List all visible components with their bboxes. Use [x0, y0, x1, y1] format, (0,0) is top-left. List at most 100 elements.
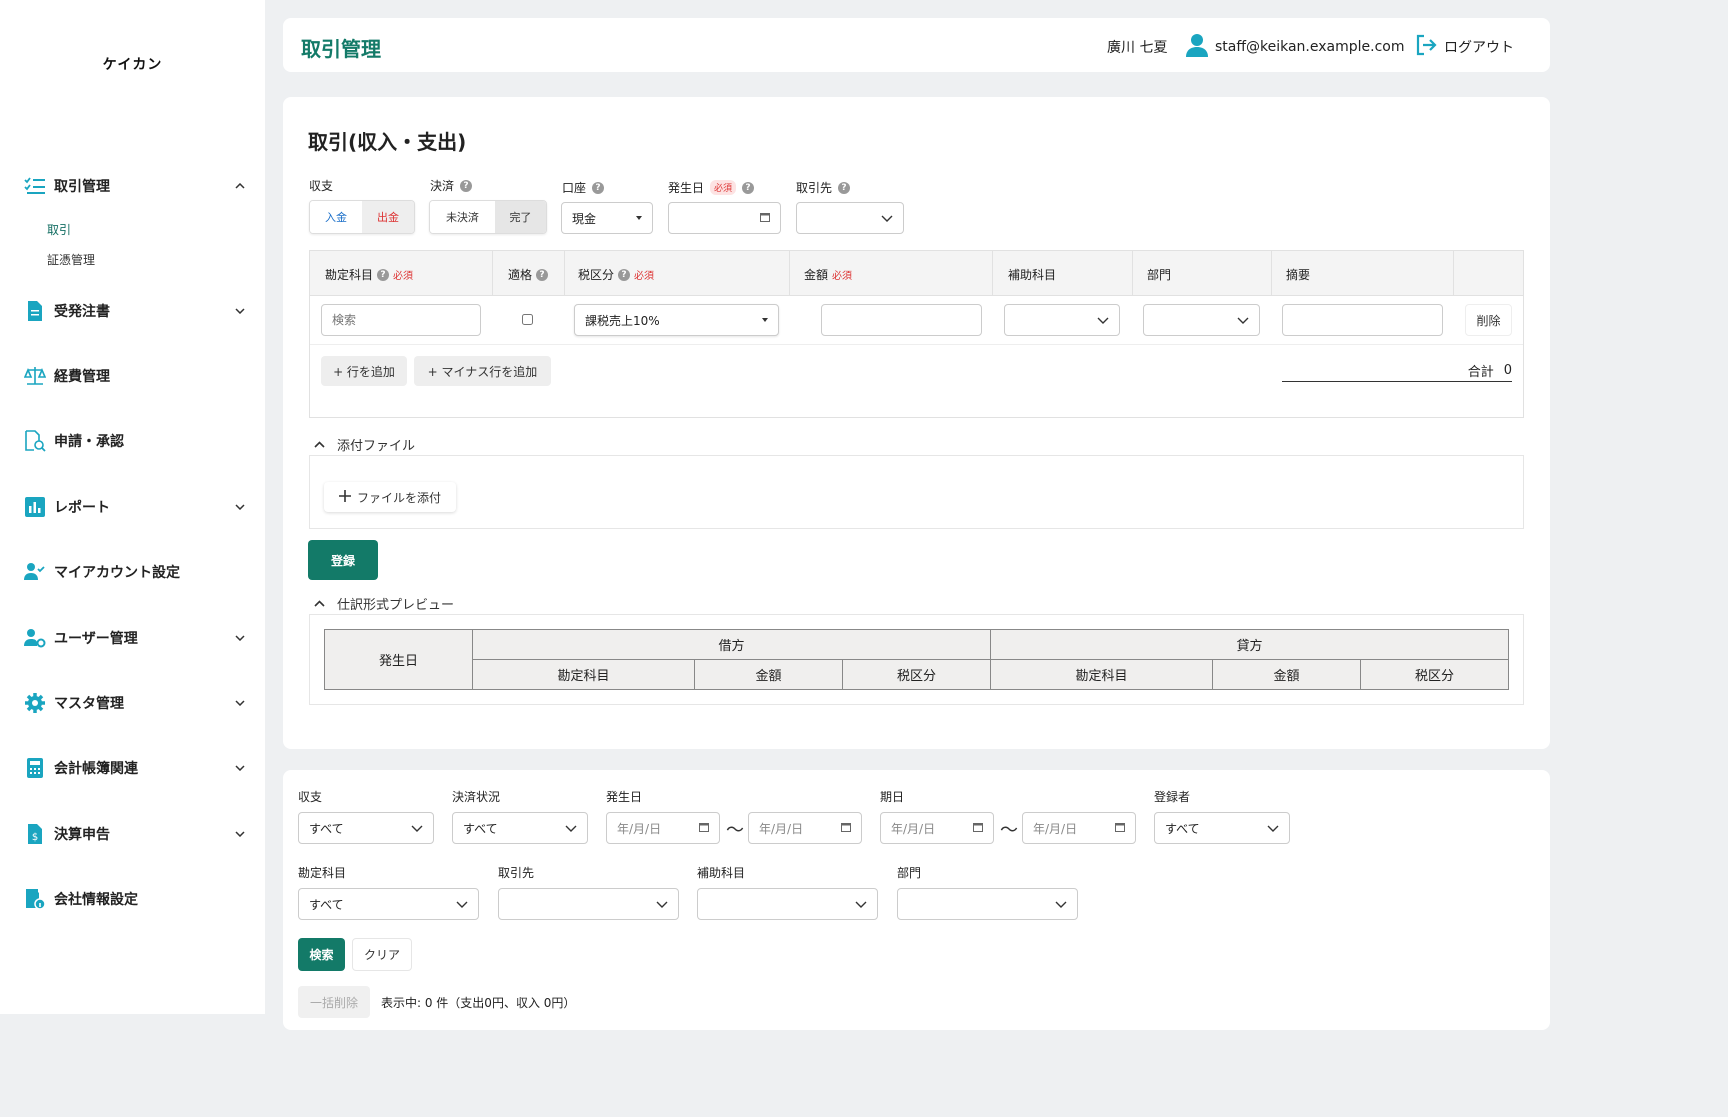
search-button[interactable]: 検索	[298, 938, 345, 971]
help-icon[interactable]: ?	[536, 268, 549, 281]
calendar-icon[interactable]	[973, 821, 983, 835]
date-placeholder: 年/月/日	[891, 821, 936, 836]
date-input[interactable]	[668, 202, 781, 234]
sidebar-sub-item-vouchers[interactable]: 証憑管理	[47, 251, 95, 268]
label-text: 取引先	[796, 181, 833, 195]
filter-due-to[interactable]: 年/月/日	[1022, 812, 1136, 844]
filter-income-expense-select[interactable]: すべて	[298, 812, 434, 844]
sidebar-item-approvals[interactable]: 申請・承認	[24, 429, 246, 453]
tax-category-select[interactable]: 課税売上10%	[574, 304, 779, 336]
sidebar-item-ledgers[interactable]: 会計帳簿関連	[24, 756, 246, 780]
partner-select[interactable]	[796, 202, 904, 234]
help-icon[interactable]: ?	[592, 181, 605, 194]
add-minus-row-button[interactable]: + マイナス行を追加	[414, 356, 551, 386]
sidebar-item-label: マイアカウント設定	[54, 565, 180, 581]
sidebar-item-my-account[interactable]: マイアカウント設定	[24, 560, 246, 584]
calendar-icon[interactable]	[760, 211, 770, 225]
clear-button[interactable]: クリア	[352, 938, 412, 971]
unsettled-option[interactable]: 未決済	[430, 201, 495, 233]
help-icon[interactable]: ?	[618, 268, 631, 281]
document-search-icon	[24, 430, 46, 452]
filter-registrant-select[interactable]: すべて	[1154, 812, 1290, 844]
department-select[interactable]	[1143, 304, 1260, 336]
sidebar-item-company[interactable]: 会社情報設定	[24, 887, 246, 911]
sidebar-item-tax-filing[interactable]: $ 決算申告	[24, 822, 246, 846]
sidebar-item-label: マスタ管理	[54, 696, 124, 712]
preview-col-amount: 金額	[1212, 659, 1361, 690]
filter-due-from[interactable]: 年/月/日	[880, 812, 994, 844]
sidebar-item-transactions[interactable]: 取引管理	[24, 174, 246, 198]
calendar-icon[interactable]	[699, 821, 709, 835]
header-text: 補助科目	[1008, 268, 1057, 282]
chevron-down-icon	[234, 762, 246, 774]
expense-option[interactable]: 出金	[362, 201, 414, 233]
delete-row-button[interactable]: 削除	[1465, 304, 1512, 336]
chevron-down-icon	[234, 305, 246, 317]
filter-date-from[interactable]: 年/月/日	[606, 812, 720, 844]
preview-toggle[interactable]: 仕訳形式プレビュー	[314, 594, 454, 613]
register-button[interactable]: 登録	[308, 540, 378, 580]
chevron-down-icon	[234, 501, 246, 513]
header-text: 部門	[1147, 268, 1172, 282]
chevron-down-icon	[656, 897, 668, 911]
calendar-icon[interactable]	[1115, 821, 1125, 835]
user-icon	[1185, 33, 1209, 61]
sidebar-sub-item-transactions[interactable]: 取引	[47, 221, 71, 238]
attachments-title: 添付ファイル	[337, 439, 416, 454]
filter-settlement-label: 決済状況	[452, 790, 501, 804]
help-icon[interactable]: ?	[838, 181, 851, 194]
sidebar-item-label: ユーザー管理	[54, 631, 138, 647]
filter-account-select[interactable]: すべて	[298, 888, 479, 920]
amount-input[interactable]	[821, 304, 982, 336]
scale-icon	[24, 365, 46, 387]
app-logo: ケイカン	[102, 57, 163, 73]
sidebar-item-master[interactable]: マスタ管理	[24, 691, 246, 715]
account-select[interactable]: 現金	[561, 202, 653, 234]
chevron-down-icon	[234, 697, 246, 709]
user-account[interactable]: staff@keikan.example.com	[1185, 33, 1405, 61]
chevron-down-icon	[855, 897, 867, 911]
filter-department-select[interactable]	[897, 888, 1078, 920]
help-icon[interactable]: ?	[742, 181, 755, 194]
filter-department-label: 部門	[897, 866, 922, 880]
logout-button[interactable]: ログアウト	[1414, 33, 1514, 61]
add-row-button[interactable]: + 行を追加	[321, 356, 407, 386]
sidebar-item-orders[interactable]: 受発注書	[24, 299, 246, 323]
required-mark: 必須	[393, 271, 414, 282]
chevron-down-icon	[1097, 313, 1109, 327]
attach-file-button[interactable]: ファイルを添付	[324, 482, 456, 512]
filter-sub-account-select[interactable]	[697, 888, 878, 920]
column-divider	[1132, 251, 1133, 296]
sidebar-item-label: 経費管理	[54, 369, 110, 385]
filter-date-to[interactable]: 年/月/日	[748, 812, 862, 844]
income-option[interactable]: 入金	[310, 201, 362, 233]
select-value: 課税売上10%	[585, 313, 660, 328]
sidebar-item-reports[interactable]: レポート	[24, 495, 246, 519]
help-icon[interactable]: ?	[377, 268, 390, 281]
sidebar-item-label: 取引管理	[54, 179, 110, 195]
sub-account-select[interactable]	[1004, 304, 1120, 336]
user-check-icon	[24, 561, 46, 583]
attachments-toggle[interactable]: 添付ファイル	[314, 435, 415, 454]
preview-col-account: 勘定科目	[990, 659, 1213, 690]
label-text: 決済	[430, 179, 455, 193]
help-icon[interactable]: ?	[460, 179, 473, 192]
header-text: 勘定科目	[325, 268, 374, 282]
filter-settlement-select[interactable]: すべて	[452, 812, 588, 844]
logout-label: ログアウト	[1444, 40, 1514, 56]
journal-preview-table: 発生日 借方 貸方 勘定科目 金額 税区分 勘定科目 金額 税区分	[324, 629, 1509, 690]
sidebar-item-expenses[interactable]: 経費管理	[24, 364, 246, 388]
sidebar-item-users[interactable]: ユーザー管理	[24, 626, 246, 650]
required-badge: 必須	[710, 180, 737, 195]
settled-option[interactable]: 完了	[494, 201, 546, 233]
qualified-checkbox[interactable]	[522, 314, 533, 325]
calendar-icon[interactable]	[841, 821, 851, 835]
chevron-down-icon	[234, 828, 246, 840]
memo-input[interactable]	[1282, 304, 1443, 336]
header-qualified: 適格?	[508, 266, 549, 283]
chevron-down-icon	[234, 632, 246, 644]
account-search-input[interactable]	[321, 304, 481, 336]
bulk-delete-button[interactable]: 一括削除	[298, 986, 370, 1018]
user-gear-icon	[24, 627, 46, 649]
filter-partner-select[interactable]	[498, 888, 679, 920]
